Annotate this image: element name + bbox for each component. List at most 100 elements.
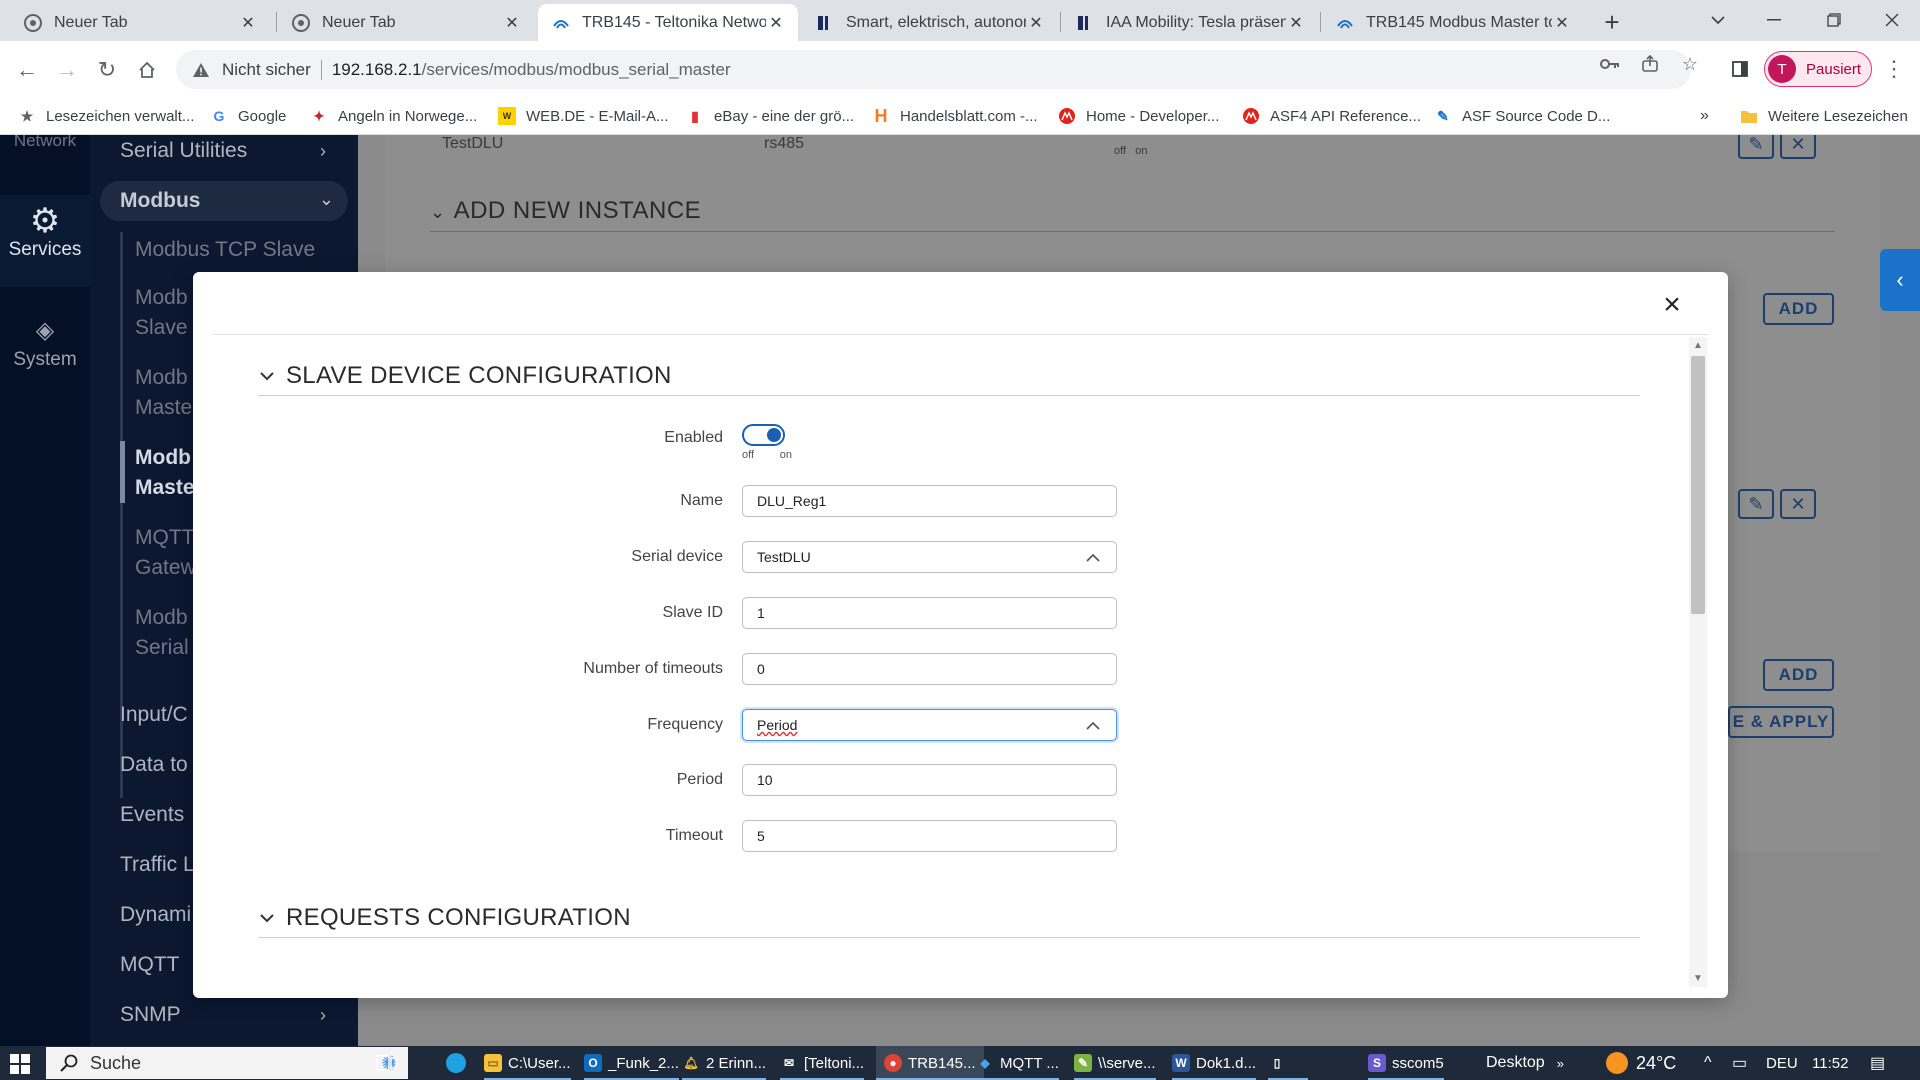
clock[interactable]: 11:52 [1812,1046,1848,1080]
slave-id-input[interactable] [742,597,1117,629]
home-icon[interactable] [130,53,164,87]
taskbar-app[interactable]: ▭ C:\User... [484,1046,571,1080]
rail-network[interactable]: Network [0,135,90,151]
add-button[interactable]: ADD [1763,293,1834,325]
delete-icon[interactable]: ✕ [1780,489,1816,519]
bookmark-item[interactable]: G Google [210,98,287,134]
reload-icon[interactable]: ↻ [90,53,124,87]
tab-search-icon[interactable] [1690,0,1746,40]
close-icon[interactable]: ✕ [766,13,786,33]
microchip-icon [1058,107,1076,125]
desktop-toolbar[interactable]: Desktop» [1486,1046,1564,1080]
weather-widget[interactable]: 24°C [1606,1046,1676,1080]
edit-icon[interactable]: ✎ [1738,135,1774,159]
close-icon[interactable]: ✕ [1552,13,1572,33]
bookmarks-overflow[interactable]: » [1700,98,1709,134]
scroll-up-icon[interactable]: ▲ [1690,338,1706,352]
close-icon[interactable]: ✕ [502,13,522,33]
menu-dots-icon[interactable]: ⋮ [1880,55,1908,83]
bookmark-item[interactable]: H Handelsblatt.com -... [872,98,1038,134]
rail-system[interactable]: ◈ System [0,313,90,371]
browser-tab[interactable]: IAA Mobility: Tesla präsentiert ✕ [1062,4,1318,41]
close-icon[interactable]: ✕ [238,13,258,33]
new-tab-button[interactable]: + [1598,7,1626,37]
taskbar-app[interactable]: O _Funk_2... [584,1046,679,1080]
taskbar-search[interactable]: Suche ✺ [46,1047,408,1079]
requests-section-heading[interactable]: REQUESTS CONFIGURATION [258,904,631,932]
scrollbar-thumb[interactable] [1691,356,1705,614]
menu-serial-utilities[interactable]: Serial Utilities [120,139,247,163]
forward-icon[interactable]: → [50,53,84,87]
save-apply-button[interactable]: E & APPLY [1728,706,1834,738]
other-bookmarks[interactable]: Weitere Lesezeichen [1740,98,1908,134]
side-panel-icon[interactable] [1726,55,1754,83]
timeout-input[interactable] [742,820,1117,852]
menu-dynamic-dns[interactable]: Dynami [120,903,191,927]
menu-mqtt[interactable]: MQTT [120,953,179,977]
restore-icon[interactable] [1806,0,1862,40]
tab-separator [1060,12,1061,32]
serial-device-select[interactable]: TestDLU [742,541,1117,573]
tab-title: Smart, elektrisch, autonom: Di [846,13,1026,31]
minimize-icon[interactable] [1746,0,1802,40]
bookmark-star-icon[interactable]: ☆ [1676,50,1704,78]
taskbar-app[interactable]: ◆ MQTT ... [976,1046,1059,1080]
bookmark-item[interactable]: ✦ Angeln in Norwege... [310,98,477,134]
key-icon[interactable] [1596,50,1624,78]
menu-snmp[interactable]: SNMP [120,1003,181,1027]
add-button[interactable]: ADD [1763,659,1834,691]
period-input[interactable] [742,764,1117,796]
taskbar-app[interactable]: ✉ [Teltoni... [780,1046,865,1080]
taskbar-app[interactable]: 🔔︎ 2 Erinn... [682,1046,767,1080]
browser-tab-active[interactable]: TRB145 - Teltonika Networks ✕ [538,4,798,41]
task-view-icon[interactable] [376,1053,398,1073]
browser-tab[interactable]: Neuer Tab ✕ [10,4,270,41]
address-bar[interactable]: Nicht sicher 192.168.2.1/services/modbus… [176,50,1691,89]
taskbar-app[interactable]: Ssscom5 [1368,1046,1444,1080]
name-input[interactable] [742,485,1117,517]
browser-tab[interactable]: Neuer Tab ✕ [278,4,534,41]
menu-events[interactable]: Events [120,803,184,827]
tray-chevron-icon[interactable]: ^ [1704,1046,1712,1080]
menu-traffic-logging[interactable]: Traffic L [120,853,195,877]
timeouts-input[interactable] [742,653,1117,685]
bookmark-item[interactable]: ★ Lesezeichen verwalt... [18,98,195,134]
browser-tab[interactable]: TRB145 Modbus Master to ✕ [1322,4,1584,41]
bookmark-item[interactable]: ▮ eBay - eine der grö... [686,98,854,134]
bookmark-item[interactable]: ✎ ASF Source Code D... [1434,98,1610,134]
frequency-select[interactable]: Period [742,709,1117,741]
taskbar-app[interactable]: ▯ [1268,1046,1308,1080]
close-icon[interactable]: × [1657,288,1687,321]
menu-data-to-server[interactable]: Data to [120,753,188,777]
network-icon[interactable]: ▭ [1732,1046,1747,1080]
taskbar-app-active[interactable]: ● TRB145... [876,1046,984,1080]
share-icon[interactable] [1636,50,1664,78]
menu-input-output[interactable]: Input/C [120,703,188,727]
enabled-toggle[interactable] [742,424,785,446]
warning-icon[interactable] [192,61,210,79]
edge-icon[interactable] [446,1053,466,1073]
profile-button[interactable]: T Pausiert [1764,51,1872,87]
delete-icon[interactable]: ✕ [1780,135,1816,159]
scroll-down-icon[interactable]: ▼ [1690,971,1706,985]
chevron-left-icon[interactable]: ‹ [1880,249,1920,311]
taskbar-app[interactable]: W Dok1.d... [1172,1046,1257,1080]
bookmark-item[interactable]: Home - Developer... [1058,98,1219,134]
window-close-icon[interactable] [1864,0,1920,40]
menu-modbus[interactable]: Modbus ⌄ [100,181,348,221]
close-icon[interactable]: ✕ [1026,13,1046,33]
bookmark-item[interactable]: W WEB.DE - E-Mail-A... [498,98,669,134]
windows-start-icon[interactable] [10,1054,30,1074]
rail-services[interactable]: ⚙ Services [0,195,90,287]
bookmark-item[interactable]: ASF4 API Reference... [1242,98,1421,134]
back-icon[interactable]: ← [10,53,44,87]
language-indicator[interactable]: DEU [1766,1046,1798,1080]
edit-icon[interactable]: ✎ [1738,489,1774,519]
submenu-modbus-tcp-slave[interactable]: Modbus TCP Slave [135,235,358,265]
security-label: Nicht sicher [222,59,311,79]
slave-section-heading[interactable]: SLAVE DEVICE CONFIGURATION [258,362,672,390]
taskbar-app[interactable]: ✎ \\serve... [1074,1046,1156,1080]
close-icon[interactable]: ✕ [1286,13,1306,33]
browser-tab[interactable]: Smart, elektrisch, autonom: Di ✕ [802,4,1058,41]
notification-icon[interactable]: ▤ [1870,1046,1885,1080]
